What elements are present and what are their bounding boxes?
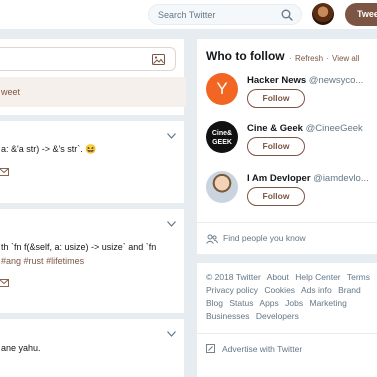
footer-link-jobs[interactable]: Jobs [285, 298, 303, 308]
profile-avatar[interactable] [312, 3, 334, 25]
footer-link-about[interactable]: About [267, 272, 289, 282]
direct-message-icon[interactable] [0, 279, 9, 287]
view-all-link[interactable]: View all [332, 54, 359, 63]
tweet-text: ane yahu. [1, 343, 41, 353]
find-people-row[interactable]: Find people you know [197, 222, 377, 256]
footer-link-marketing[interactable]: Marketing [310, 298, 347, 308]
who-to-follow-title: Who to follow [206, 49, 285, 63]
account-name[interactable]: Cine & Geek @CineeGeek [247, 123, 363, 134]
tweet-card[interactable]: ane yahu. [0, 318, 185, 377]
cine-geek-avatar[interactable]: Cine& GEEK [206, 121, 238, 153]
who-to-follow-panel: Who to follow · Refresh · View all Y Hac… [196, 38, 377, 255]
footer-link-help-center[interactable]: Help Center [295, 272, 340, 282]
footer-link-developers[interactable]: Developers [256, 311, 299, 321]
separator-dot: · [289, 54, 292, 63]
footer-link-terms[interactable]: Terms [347, 272, 370, 282]
footer-link-cookies[interactable]: Cookies [264, 285, 295, 295]
top-navigation-bar: Search Twitter Twee [0, 0, 377, 30]
account-name[interactable]: Hacker News @newsyco... [247, 75, 363, 86]
footer-link-businesses[interactable]: Businesses [206, 311, 249, 321]
copyright-text: © 2018 Twitter [206, 272, 261, 282]
compose-tweet-input[interactable] [0, 47, 176, 71]
footer-link-apps[interactable]: Apps [259, 298, 278, 308]
follow-button[interactable]: Follow [247, 187, 305, 206]
direct-message-icon[interactable] [0, 168, 9, 176]
hashtag-link[interactable]: #ang [1, 256, 21, 266]
external-link-icon [206, 344, 215, 353]
refresh-link[interactable]: Refresh [295, 54, 323, 63]
follow-suggestion: Cine& GEEK Cine & Geek @CineeGeek Follow [197, 121, 377, 171]
tweet-card[interactable]: th `fn f(&self, a: usize) -> usize` and … [0, 208, 185, 314]
tweet-button[interactable]: Twee [345, 3, 377, 26]
tweet-composer: weet [0, 38, 186, 116]
tweet-card[interactable]: a: &'a str) -> &'s str`. 😆 [0, 120, 185, 204]
hashtag-link[interactable]: #rust [24, 256, 44, 266]
add-image-icon[interactable] [152, 54, 165, 65]
search-icon[interactable] [281, 9, 293, 21]
account-name[interactable]: I Am Devloper @iamdevlo... [247, 173, 369, 184]
footer-link-status[interactable]: Status [229, 298, 253, 308]
new-tweets-bar[interactable] [0, 77, 186, 107]
tweet-text: a: &'a str) -> &'s str`. 😆 [1, 144, 97, 154]
find-people-link[interactable]: Find people you know [223, 233, 306, 243]
footer-link-privacy[interactable]: Privacy policy [206, 285, 258, 295]
search-box[interactable]: Search Twitter [148, 4, 302, 25]
hashtag-link[interactable]: #lifetimes [46, 256, 84, 266]
divider [197, 333, 377, 334]
chevron-down-icon[interactable] [167, 133, 176, 139]
new-tweets-link[interactable]: weet [1, 87, 20, 97]
hacker-news-avatar[interactable]: Y [206, 73, 238, 105]
chevron-down-icon[interactable] [167, 331, 176, 337]
follow-suggestion: I Am Devloper @iamdevlo... Follow [197, 171, 377, 221]
footer-link-ads-info[interactable]: Ads info [301, 285, 332, 295]
chevron-down-icon[interactable] [167, 221, 176, 227]
footer-link-brand[interactable]: Brand [338, 285, 361, 295]
tweet-text: th `fn f(&self, a: usize) -> usize` and … [1, 242, 157, 252]
footer-panel: © 2018 Twitter About Help Center Terms P… [196, 262, 377, 377]
advertise-link[interactable]: Advertise with Twitter [222, 344, 302, 354]
separator-dot: · [326, 54, 329, 63]
footer-link-blog[interactable]: Blog [206, 298, 223, 308]
follow-button[interactable]: Follow [247, 137, 305, 156]
tweet-hashtags: #ang #rust #lifetimes [1, 255, 84, 268]
footer-links: © 2018 Twitter About Help Center Terms P… [206, 271, 377, 323]
developer-avatar[interactable] [206, 171, 238, 203]
search-input[interactable]: Search Twitter [158, 10, 215, 20]
people-icon [206, 234, 218, 244]
follow-suggestion: Y Hacker News @newsyco... Follow [197, 73, 377, 123]
follow-button[interactable]: Follow [247, 89, 305, 108]
